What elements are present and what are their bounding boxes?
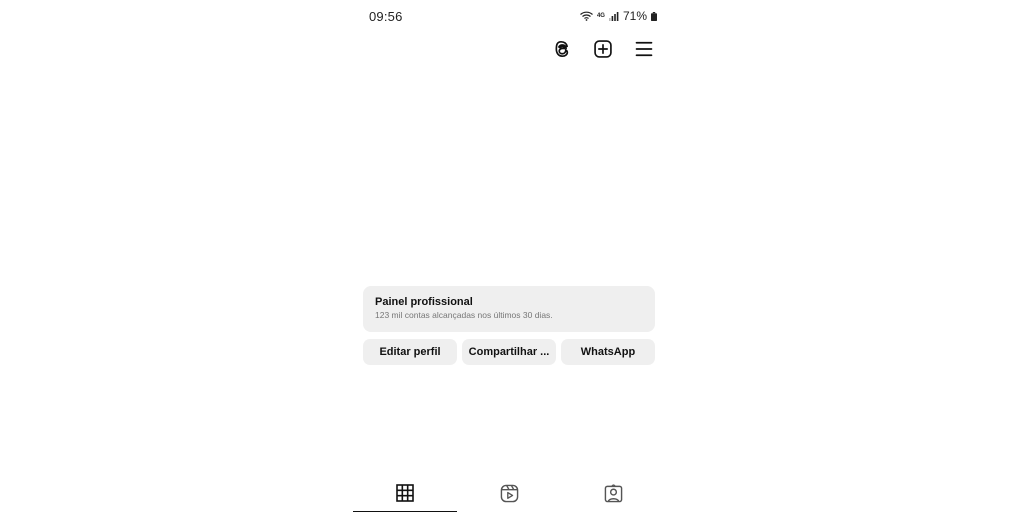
tab-tagged[interactable] [561,478,665,512]
header-actions [551,38,655,60]
edit-profile-button[interactable]: Editar perfil [363,339,457,365]
battery-percent: 71% [622,9,647,23]
signal-icon [608,11,619,21]
share-profile-button[interactable]: Compartilhar ... [462,339,556,365]
panel-subtitle: 123 mil contas alcançadas nos últimos 30… [375,310,553,320]
threads-icon[interactable] [551,38,573,60]
tab-posts-grid[interactable] [353,478,457,512]
professional-dashboard-card[interactable]: Painel profissional 123 mil contas alcan… [363,286,655,332]
menu-icon[interactable] [633,38,655,60]
grid-icon [396,484,414,512]
status-time: 09:56 [369,9,403,24]
reels-icon [500,484,519,512]
profile-actions: Editar perfil Compartilhar ... WhatsApp [363,339,655,365]
profile-content-tabs [353,478,665,512]
wifi-icon [580,11,593,21]
profile-screen: 09:56 4G 71% Painel profissional 123 mil… [353,0,665,512]
plus-square-icon[interactable] [592,38,614,60]
status-bar-right: 4G 71% [580,9,657,23]
whatsapp-button[interactable]: WhatsApp [561,339,655,365]
network-label: 4G [596,13,605,19]
panel-title: Painel profissional [375,296,473,308]
tagged-icon [604,484,623,512]
battery-icon [651,11,657,21]
tab-reels[interactable] [457,478,561,512]
